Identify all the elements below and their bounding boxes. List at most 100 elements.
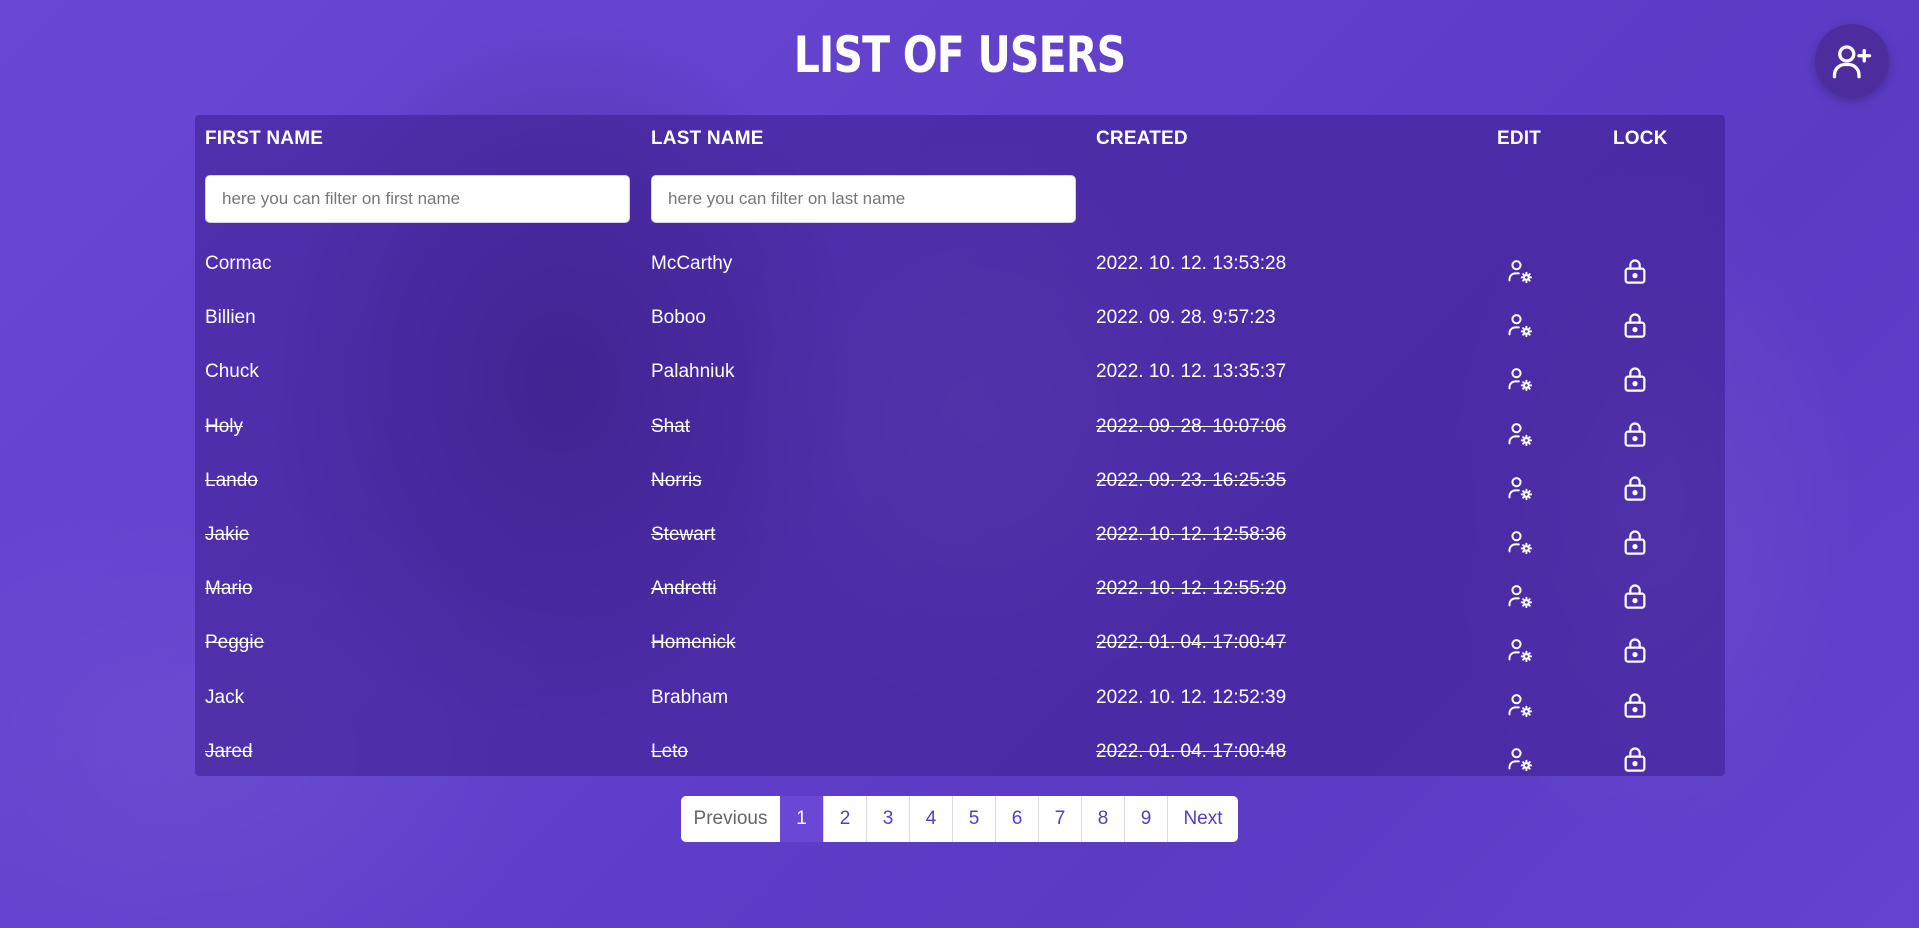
last-name-cell: Andretti — [651, 578, 717, 600]
table-row: Cormac McCarthy 2022. 10. 12. 13:53:28 — [195, 243, 1725, 297]
page-number-list: 123456789 — [780, 796, 1167, 842]
lock-icon — [1621, 747, 1649, 777]
lock-icon — [1621, 476, 1649, 506]
table-row: Jakie Stewart 2022. 10. 12. 12:58:36 — [195, 514, 1725, 568]
last-name-cell: McCarthy — [651, 253, 733, 274]
first-name-cell: Billien — [205, 307, 256, 329]
table-row: Lando Norris 2022. 09. 23. 16:25:35 — [195, 460, 1725, 514]
edit-user-button[interactable] — [1506, 745, 1534, 773]
first-name-cell: Mario — [205, 578, 253, 600]
add-user-button[interactable] — [1815, 24, 1889, 98]
next-page-button[interactable]: Next — [1167, 796, 1238, 842]
lock-user-button[interactable] — [1621, 691, 1649, 719]
created-cell: 2022. 10. 12. 12:52:39 — [1096, 686, 1287, 708]
header-first-name: FIRST NAME — [205, 128, 324, 149]
page-number-button[interactable]: 8 — [1081, 796, 1124, 842]
lock-user-button[interactable] — [1621, 257, 1649, 285]
user-cog-icon — [1506, 639, 1534, 668]
last-name-cell: Shat — [651, 415, 691, 437]
users-table: FIRST NAME LAST NAME CREATED EDIT LOCK C… — [195, 115, 1725, 776]
first-name-filter-input[interactable] — [205, 175, 630, 223]
edit-user-button[interactable] — [1506, 582, 1534, 610]
lock-user-button[interactable] — [1621, 745, 1649, 773]
edit-user-button[interactable] — [1506, 365, 1534, 393]
first-name-cell: Peggie — [205, 632, 265, 654]
user-cog-icon — [1506, 476, 1534, 506]
page-number-button[interactable]: 4 — [909, 796, 952, 842]
first-name-cell: Jared — [205, 740, 253, 762]
user-cog-icon — [1506, 747, 1534, 777]
first-name-cell: Jakie — [205, 524, 250, 545]
edit-user-button[interactable] — [1506, 420, 1534, 448]
lock-icon — [1621, 313, 1649, 343]
user-cog-icon — [1506, 585, 1534, 614]
table-row: Billien Boboo 2022. 09. 28. 9:57:23 — [195, 297, 1725, 351]
table-row: Mario Andretti 2022. 10. 12. 12:55:20 — [195, 568, 1725, 622]
lock-icon — [1621, 638, 1649, 668]
first-name-cell: Holy — [205, 415, 244, 437]
last-name-filter-input[interactable] — [651, 175, 1076, 223]
edit-user-button[interactable] — [1506, 636, 1534, 664]
created-cell: 2022. 10. 12. 12:55:20 — [1096, 578, 1287, 600]
table-row: Jared Leto 2022. 01. 04. 17:00:48 — [195, 731, 1725, 785]
user-cog-icon — [1506, 368, 1534, 397]
last-name-cell: Brabham — [651, 686, 729, 708]
table-row: Chuck Palahniuk 2022. 10. 12. 13:35:37 — [195, 351, 1725, 405]
lock-user-button[interactable] — [1621, 474, 1649, 502]
lock-icon — [1621, 693, 1649, 723]
last-name-cell: Stewart — [651, 524, 716, 545]
lock-icon — [1621, 367, 1649, 397]
table-row: Jack Brabham 2022. 10. 12. 12:52:39 — [195, 677, 1725, 731]
page-number-button[interactable]: 6 — [995, 796, 1038, 842]
page-title: LIST OF USERS — [793, 26, 1126, 84]
lock-icon — [1621, 584, 1649, 614]
table-row: Holy Shat 2022. 09. 28. 10:07:06 — [195, 406, 1725, 460]
edit-user-button[interactable] — [1506, 474, 1534, 502]
lock-user-button[interactable] — [1621, 636, 1649, 664]
user-cog-icon — [1506, 314, 1534, 343]
lock-user-button[interactable] — [1621, 528, 1649, 556]
user-cog-icon — [1506, 422, 1534, 452]
last-name-cell: Norris — [651, 469, 702, 491]
first-name-cell: Cormac — [205, 253, 272, 274]
page-number-button[interactable]: 9 — [1124, 796, 1167, 842]
page-number-button[interactable]: 3 — [866, 796, 909, 842]
table-row: Peggie Homenick 2022. 01. 04. 17:00:47 — [195, 622, 1725, 676]
header-created: CREATED — [1096, 128, 1188, 149]
header-lock: LOCK — [1613, 128, 1668, 149]
page-number-button[interactable]: 2 — [823, 796, 866, 842]
created-cell: 2022. 01. 04. 17:00:47 — [1096, 632, 1287, 654]
first-name-cell: Jack — [205, 686, 245, 708]
created-cell: 2022. 10. 12. 12:58:36 — [1096, 524, 1287, 545]
created-cell: 2022. 01. 04. 17:00:48 — [1096, 740, 1287, 762]
created-cell: 2022. 10. 12. 13:53:28 — [1096, 253, 1287, 274]
created-cell: 2022. 09. 28. 9:57:23 — [1096, 307, 1276, 329]
user-cog-icon — [1506, 693, 1534, 723]
edit-user-button[interactable] — [1506, 257, 1534, 285]
edit-user-button[interactable] — [1506, 691, 1534, 719]
lock-icon — [1621, 422, 1649, 452]
lock-icon — [1621, 259, 1649, 289]
lock-user-button[interactable] — [1621, 582, 1649, 610]
first-name-cell: Lando — [205, 469, 258, 491]
lock-user-button[interactable] — [1621, 365, 1649, 393]
edit-user-button[interactable] — [1506, 528, 1534, 556]
user-cog-icon — [1506, 260, 1534, 289]
edit-user-button[interactable] — [1506, 311, 1534, 339]
lock-icon — [1621, 530, 1649, 560]
page-number-button[interactable]: 1 — [780, 796, 823, 842]
user-cog-icon — [1506, 531, 1534, 560]
page-number-button[interactable]: 5 — [952, 796, 995, 842]
created-cell: 2022. 09. 23. 16:25:35 — [1096, 469, 1287, 491]
lock-user-button[interactable] — [1621, 420, 1649, 448]
last-name-cell: Homenick — [651, 632, 736, 654]
last-name-cell: Leto — [651, 740, 688, 762]
pagination: Previous 123456789 Next — [681, 796, 1238, 842]
last-name-cell: Boboo — [651, 307, 706, 329]
created-cell: 2022. 09. 28. 10:07:06 — [1096, 415, 1287, 437]
previous-page-button[interactable]: Previous — [681, 796, 780, 842]
page-number-button[interactable]: 7 — [1038, 796, 1081, 842]
lock-user-button[interactable] — [1621, 311, 1649, 339]
created-cell: 2022. 10. 12. 13:35:37 — [1096, 361, 1287, 383]
last-name-cell: Palahniuk — [651, 361, 735, 383]
